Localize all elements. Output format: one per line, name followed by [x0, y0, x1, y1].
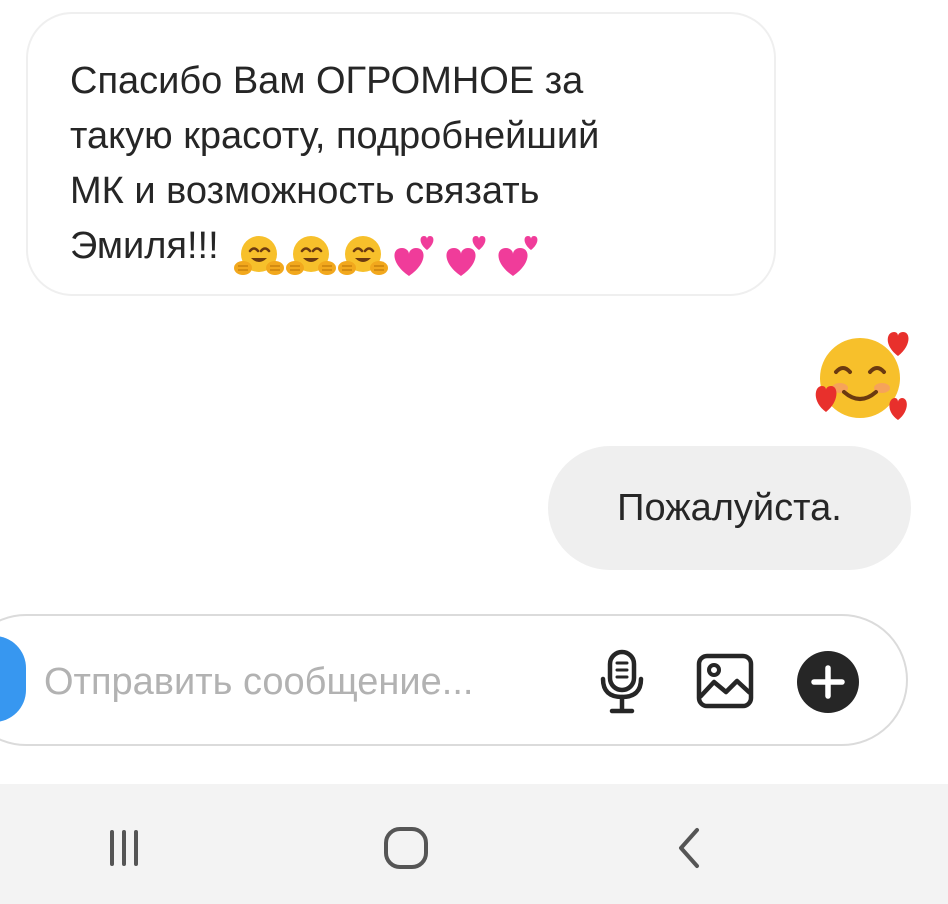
home-button[interactable]	[380, 824, 432, 872]
back-button[interactable]	[668, 824, 708, 872]
incoming-message-bubble[interactable]: Спасибо Вам ОГРОМНОЕ за такую красоту, п…	[26, 12, 776, 296]
message-line: Спасибо Вам ОГРОМНОЕ за	[70, 60, 584, 102]
microphone-icon	[600, 649, 644, 714]
microphone-button[interactable]	[592, 646, 652, 718]
message-input[interactable]	[44, 652, 574, 712]
message-line: МК и возможность связать	[70, 170, 540, 212]
emoji-row	[233, 227, 545, 282]
hugging-face-icon	[337, 235, 388, 275]
message-line-last: Эмиля!!!	[70, 219, 744, 282]
reaction-sticker[interactable]	[810, 326, 912, 426]
message-text-end: Эмиля!!!	[70, 225, 219, 267]
two-hearts-icon	[446, 235, 486, 276]
smiling-face-with-hearts-icon	[815, 332, 909, 420]
recent-apps-button[interactable]	[96, 824, 152, 872]
gallery-icon	[696, 653, 754, 709]
outgoing-message-bubble[interactable]: Пожалуйста.	[548, 446, 911, 570]
two-hearts-icon	[498, 235, 538, 276]
chat-screen: Спасибо Вам ОГРОМНОЕ за такую красоту, п…	[0, 0, 948, 904]
hugging-face-icon	[285, 235, 336, 275]
home-icon	[384, 827, 428, 869]
gallery-button[interactable]	[694, 652, 756, 710]
message-line: такую красоту, подробнейший	[70, 115, 600, 157]
two-hearts-icon	[394, 235, 434, 276]
hugging-face-icon	[233, 235, 284, 275]
plus-circle-icon	[797, 651, 859, 713]
back-icon	[679, 828, 699, 868]
add-media-button[interactable]	[796, 650, 860, 714]
recent-apps-icon	[110, 830, 138, 866]
outgoing-message-text: Пожалуйста.	[617, 486, 842, 529]
